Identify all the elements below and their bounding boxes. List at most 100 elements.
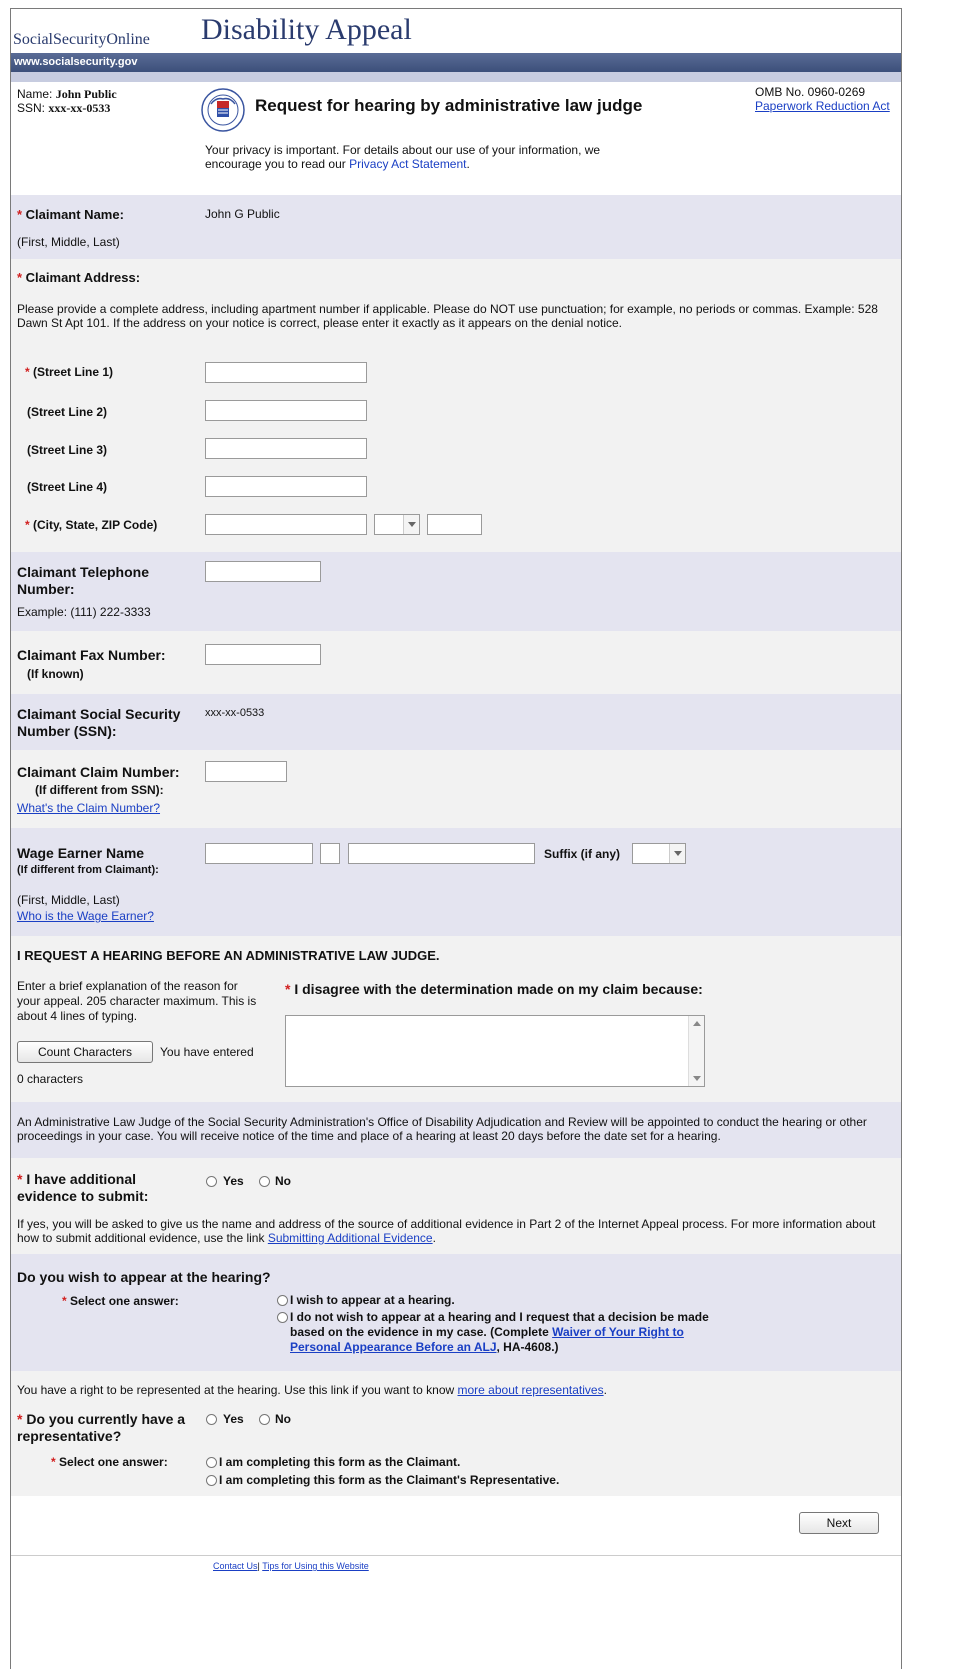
street-line-2-input[interactable] xyxy=(205,400,367,421)
appear-select-label: * Select one answer: xyxy=(62,1294,179,1308)
footer-links: Contact Us| Tips for Using this Website xyxy=(213,1561,369,1571)
representative-label: * Do you currently have a representative… xyxy=(17,1411,186,1444)
page-frame: SocialSecurityOnline Disability Appeal w… xyxy=(10,8,902,1669)
site-url: www.socialsecurity.gov xyxy=(14,56,138,68)
representative-no-label: No xyxy=(275,1412,291,1426)
representative-yes-radio[interactable] xyxy=(206,1414,217,1425)
representative-no-radio[interactable] xyxy=(259,1414,270,1425)
street-line-3-label: (Street Line 3) xyxy=(27,443,108,457)
zip-input[interactable] xyxy=(427,514,482,535)
chevron-down-icon xyxy=(403,515,419,534)
scroll-up-icon[interactable] xyxy=(689,1016,705,1032)
suffix-select[interactable] xyxy=(632,843,686,864)
street-line-3-input[interactable] xyxy=(205,438,367,459)
representative-row: You have a right to be represented at th… xyxy=(11,1371,901,1496)
banner-shadow xyxy=(11,72,901,82)
street-line-4-input[interactable] xyxy=(205,476,367,497)
name-value: John Public xyxy=(55,87,117,101)
privacy-notice: Your privacy is important. For details a… xyxy=(205,143,601,171)
ssn-field-label: Claimant Social Security Number (SSN): xyxy=(17,706,181,739)
fax-row: Claimant Fax Number: (If known) xyxy=(11,631,901,694)
claimant-name-row: * Claimant Name: John G Public (First, M… xyxy=(11,195,901,259)
wage-earner-row: Wage Earner Name (If different from Clai… xyxy=(11,828,901,936)
city-input[interactable] xyxy=(205,514,367,535)
evidence-yes-radio[interactable] xyxy=(206,1176,217,1187)
wage-earner-label: Wage Earner Name xyxy=(17,845,145,861)
appear-hearing-row: Do you wish to appear at the hearing? * … xyxy=(11,1254,901,1371)
appear-option-1: I wish to appear at a hearing. xyxy=(290,1293,455,1307)
completing-as-claimant-radio[interactable] xyxy=(206,1457,217,1468)
claim-number-row: Claimant Claim Number: (If different fro… xyxy=(11,750,901,828)
website-tips-link[interactable]: Tips for Using this Website xyxy=(262,1561,369,1571)
form-title: Request for hearing by administrative la… xyxy=(255,96,643,115)
chevron-down-icon xyxy=(669,844,685,863)
wage-earner-help-link[interactable]: Who is the Wage Earner? xyxy=(17,909,154,923)
omb-number: OMB No. 0960-0269 xyxy=(755,85,866,99)
city-state-zip-label: * (City, State, ZIP Code) xyxy=(25,518,158,532)
street-line-2-label: (Street Line 2) xyxy=(27,405,108,419)
hearing-request-row: I REQUEST A HEARING BEFORE AN ADMINISTRA… xyxy=(11,936,901,1102)
omb-block: OMB No. 0960-0269 Paperwork Reduction Ac… xyxy=(755,85,890,113)
telephone-input[interactable] xyxy=(205,561,321,582)
privacy-act-link[interactable]: Privacy Act Statement xyxy=(349,157,466,171)
ssn-field-value: xxx-xx-0533 xyxy=(205,707,265,719)
hearing-request-heading: I REQUEST A HEARING BEFORE AN ADMINISTRA… xyxy=(17,948,440,963)
user-info: Name: John Public SSN: xxx-xx-0533 xyxy=(17,87,117,115)
appear-no-radio[interactable] xyxy=(277,1312,288,1323)
appear-option-2: I do not wish to appear at a hearing and… xyxy=(290,1310,709,1354)
evidence-info: If yes, you will be asked to give us the… xyxy=(17,1217,876,1245)
alj-notice-row: An Administrative Law Judge of the Socia… xyxy=(11,1102,901,1158)
completing-as-representative-radio[interactable] xyxy=(206,1475,217,1486)
evidence-no-radio[interactable] xyxy=(259,1176,270,1187)
representatives-link[interactable]: more about representatives xyxy=(458,1383,604,1397)
ssn-label: SSN: xyxy=(17,101,46,115)
alj-notice-text: An Administrative Law Judge of the Socia… xyxy=(17,1115,867,1143)
wage-earner-name-hint: (First, Middle, Last) xyxy=(17,893,120,907)
street-line-1-label: * (Street Line 1) xyxy=(25,365,114,379)
telephone-example: Example: (111) 222-3333 xyxy=(17,605,151,619)
submitting-evidence-link[interactable]: Submitting Additional Evidence xyxy=(268,1231,433,1245)
site-name: SocialSecurityOnline xyxy=(13,31,150,48)
count-characters-button[interactable]: Count Characters xyxy=(17,1041,153,1063)
claim-number-hint: (If different from SSN): xyxy=(35,783,164,797)
site-url-banner: www.socialsecurity.gov xyxy=(11,53,901,72)
disagree-label: * I disagree with the determination made… xyxy=(285,981,703,997)
scroll-down-icon[interactable] xyxy=(689,1070,705,1086)
textarea-scrollbar[interactable] xyxy=(688,1016,704,1086)
claim-number-input[interactable] xyxy=(205,761,287,782)
representative-info: You have a right to be represented at th… xyxy=(17,1383,607,1397)
appear-heading: Do you wish to appear at the hearing? xyxy=(17,1269,271,1285)
fax-hint: (If known) xyxy=(27,667,84,681)
contact-us-link[interactable]: Contact Us xyxy=(213,1561,258,1571)
claim-number-help-link[interactable]: What's the Claim Number? xyxy=(17,801,160,815)
wage-earner-first-input[interactable] xyxy=(205,843,313,864)
next-button[interactable]: Next xyxy=(799,1512,879,1534)
evidence-label: * I have additional evidence to submit: xyxy=(17,1171,149,1204)
claimant-address-label: * Claimant Address: xyxy=(17,270,141,285)
street-line-1-input[interactable] xyxy=(205,362,367,383)
ssn-value: xxx-xx-0533 xyxy=(48,101,111,115)
fax-label: Claimant Fax Number: xyxy=(17,647,166,663)
state-select[interactable] xyxy=(374,514,420,535)
ssn-row: Claimant Social Security Number (SSN): x… xyxy=(11,694,901,750)
disagree-reason-textarea[interactable] xyxy=(285,1015,705,1087)
street-line-4-label: (Street Line 4) xyxy=(27,480,108,494)
claimant-name-value: John G Public xyxy=(205,207,280,221)
appear-yes-radio[interactable] xyxy=(277,1295,288,1306)
completing-as-representative-label: I am completing this form as the Claiman… xyxy=(219,1473,560,1487)
wage-earner-hint: (If different from Claimant): xyxy=(17,864,159,876)
claimant-address-row: * Claimant Address: Please provide a com… xyxy=(11,259,901,552)
completing-as-claimant-label: I am completing this form as the Claiman… xyxy=(219,1455,461,1469)
paperwork-reduction-link[interactable]: Paperwork Reduction Act xyxy=(755,99,890,113)
evidence-no-label: No xyxy=(275,1174,291,1188)
telephone-label: Claimant Telephone Number: xyxy=(17,564,149,597)
fax-input[interactable] xyxy=(205,644,321,665)
hearing-explanation: Enter a brief explanation of the reason … xyxy=(17,979,257,1023)
telephone-row: Claimant Telephone Number: Example: (111… xyxy=(11,552,901,631)
claimant-name-hint: (First, Middle, Last) xyxy=(17,235,120,249)
representative-yes-label: Yes xyxy=(223,1412,244,1426)
wage-earner-middle-input[interactable] xyxy=(320,843,340,864)
wage-earner-last-input[interactable] xyxy=(348,843,535,864)
evidence-yes-label: Yes xyxy=(223,1174,244,1188)
ssa-seal-icon xyxy=(200,87,246,133)
